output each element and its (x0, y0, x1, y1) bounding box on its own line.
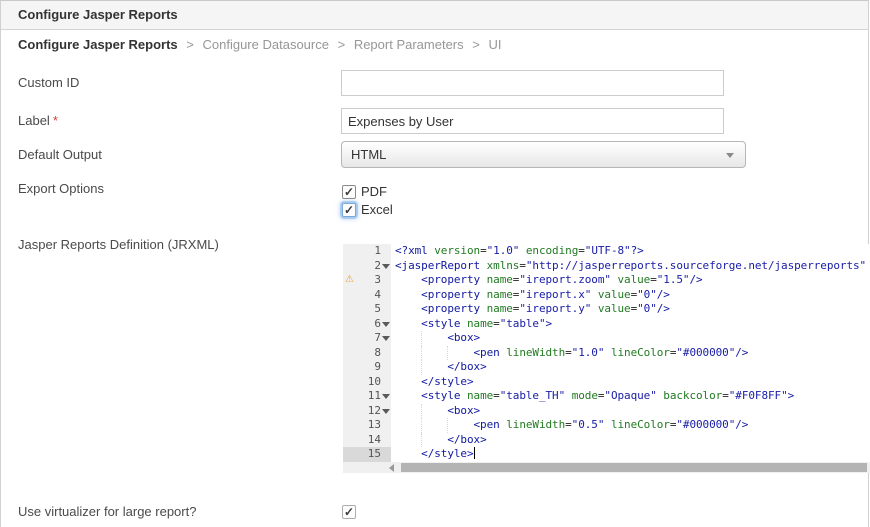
custom-id-label: Custom ID (18, 70, 79, 96)
custom-id-input[interactable] (341, 70, 724, 96)
warning-icon: ⚠ (345, 273, 354, 288)
virtualizer-label: Use virtualizer for large report? (18, 504, 196, 520)
code-line[interactable]: <property name="ireport.y" value="0"/> (391, 302, 870, 317)
indent-guide (421, 360, 422, 375)
line-number: 14 (368, 433, 381, 448)
gutter-cell: 11 (343, 389, 391, 404)
breadcrumb-item-report-parameters[interactable]: Report Parameters (354, 37, 464, 52)
default-output-selected-value: HTML (351, 147, 386, 162)
fold-arrow-icon[interactable] (382, 322, 390, 327)
breadcrumb-separator: > (472, 37, 480, 52)
required-marker: * (53, 113, 58, 128)
line-number: 13 (368, 418, 381, 433)
gutter-cell: 14 (343, 433, 391, 448)
line-number: 10 (368, 375, 381, 390)
code-line[interactable]: <box> (391, 404, 870, 419)
default-output-label: Default Output (18, 141, 102, 168)
code-line[interactable]: <pen lineWidth="1.0" lineColor="#000000"… (391, 346, 870, 361)
gutter-cell: 15 (343, 447, 391, 462)
line-number: 2 (374, 259, 381, 274)
editor-horizontal-scrollbar[interactable] (343, 462, 870, 473)
gutter-cell: 8 (343, 346, 391, 361)
code-line[interactable]: </style> (391, 375, 870, 390)
code-line[interactable]: <pen lineWidth="0.5" lineColor="#000000"… (391, 418, 870, 433)
scrollbar-thumb[interactable] (401, 463, 867, 472)
pdf-checkbox-label[interactable]: PDF (361, 184, 387, 199)
indent-guide (421, 433, 422, 448)
code-line[interactable]: <style name="table_TH" mode="Opaque" bac… (391, 389, 870, 404)
code-line[interactable]: <property name="ireport.zoom" value="1.5… (391, 273, 870, 288)
breadcrumb-item-ui[interactable]: UI (488, 37, 501, 52)
fold-arrow-icon[interactable] (382, 409, 390, 414)
page-title: Configure Jasper Reports (18, 7, 178, 22)
gutter-cell: 7 (343, 331, 391, 346)
gutter-cell: 2 (343, 259, 391, 274)
line-number: 11 (368, 389, 381, 404)
configure-jasper-reports-panel: Configure Jasper Reports Configure Jaspe… (0, 0, 869, 527)
line-number: 7 (374, 331, 381, 346)
gutter-cell: 5 (343, 302, 391, 317)
jrxml-code-editor[interactable]: 12⚠3456789101112131415 <?xml version="1.… (343, 244, 870, 462)
panel-header: Configure Jasper Reports (1, 1, 868, 30)
code-line[interactable]: </box> (391, 433, 870, 448)
gutter-cell: ⚠3 (343, 273, 391, 288)
editor-code[interactable]: <?xml version="1.0" encoding="UTF-8"?><j… (391, 244, 870, 462)
fold-arrow-icon[interactable] (382, 394, 390, 399)
gutter-cell: 13 (343, 418, 391, 433)
line-number: 12 (368, 404, 381, 419)
line-number: 1 (374, 244, 381, 259)
breadcrumb-separator: > (338, 37, 346, 52)
export-option-pdf-row: PDF (342, 184, 387, 200)
indent-guide (447, 346, 448, 361)
scroll-left-arrow-icon[interactable] (389, 464, 394, 472)
line-number: 5 (374, 302, 381, 317)
editor-gutter: 12⚠3456789101112131415 (343, 244, 391, 462)
code-line[interactable]: <box> (391, 331, 870, 346)
jrxml-label: Jasper Reports Definition (JRXML) (18, 238, 219, 252)
text-cursor (474, 447, 475, 459)
virtualizer-row (342, 504, 356, 520)
code-line[interactable]: <jasperReport xmlns="http://jasperreport… (391, 259, 870, 274)
excel-checkbox-label[interactable]: Excel (361, 202, 393, 217)
gutter-cell: 10 (343, 375, 391, 390)
chevron-down-icon (726, 153, 734, 158)
label-input[interactable] (341, 108, 724, 134)
line-number: 9 (374, 360, 381, 375)
gutter-cell: 12 (343, 404, 391, 419)
indent-guide (447, 418, 448, 433)
breadcrumb-item-configure[interactable]: Configure Jasper Reports (18, 37, 178, 52)
fold-arrow-icon[interactable] (382, 264, 390, 269)
indent-guide (421, 331, 422, 346)
gutter-cell: 4 (343, 288, 391, 303)
gutter-cell: 1 (343, 244, 391, 259)
gutter-cell: 6 (343, 317, 391, 332)
code-line[interactable]: <style name="table"> (391, 317, 870, 332)
line-number: 8 (374, 346, 381, 361)
line-number: 4 (374, 288, 381, 303)
indent-guide (421, 404, 422, 419)
code-line[interactable]: <property name="ireport.x" value="0"/> (391, 288, 870, 303)
line-number: 15 (368, 447, 381, 462)
line-number: 3 (374, 273, 381, 288)
label-field-label: Label* (18, 108, 58, 134)
breadcrumb-separator: > (186, 37, 194, 52)
excel-checkbox[interactable] (342, 203, 356, 217)
indent-guide (421, 346, 422, 361)
code-line[interactable]: </style> (391, 447, 870, 462)
code-line[interactable]: </box> (391, 360, 870, 375)
virtualizer-checkbox[interactable] (342, 505, 356, 519)
pdf-checkbox[interactable] (342, 185, 356, 199)
breadcrumb: Configure Jasper Reports > Configure Dat… (18, 31, 501, 58)
gutter-cell: 9 (343, 360, 391, 375)
line-number: 6 (374, 317, 381, 332)
default-output-select[interactable]: HTML (341, 141, 746, 168)
export-options-label: Export Options (18, 182, 104, 196)
breadcrumb-item-datasource[interactable]: Configure Datasource (203, 37, 329, 52)
code-line[interactable]: <?xml version="1.0" encoding="UTF-8"?> (391, 244, 870, 259)
fold-arrow-icon[interactable] (382, 336, 390, 341)
indent-guide (421, 418, 422, 433)
export-option-excel-row: Excel (342, 202, 393, 218)
